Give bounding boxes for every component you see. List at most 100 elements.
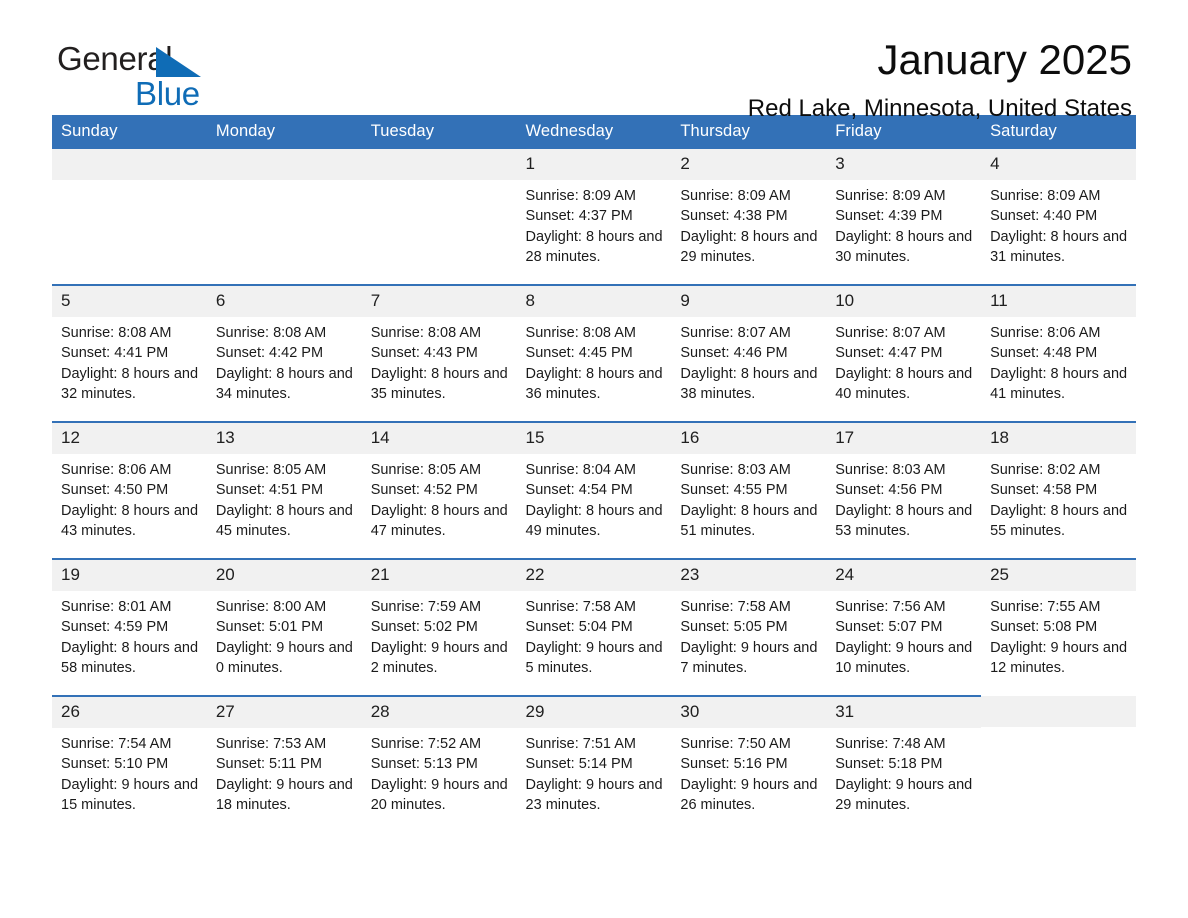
- day-details: Sunrise: 8:08 AM Sunset: 4:45 PM Daylight:…: [517, 317, 672, 405]
- day-number: 25: [981, 560, 1136, 591]
- sunset-text: Sunset: 4:47 PM: [835, 345, 943, 362]
- day-number: 17: [826, 423, 982, 454]
- day-number: 7: [361, 286, 517, 317]
- calendar-day-cell[interactable]: 17 Sunrise: 8:03 AM Sunset: 4:56 PM Dayligh…: [826, 421, 982, 559]
- sunset-text: Sunset: 4:50 PM: [61, 482, 169, 499]
- day-number: 4: [981, 149, 1136, 180]
- day-details: Sunrise: 7:56 AM Sunset: 5:07 PM Daylight:…: [826, 591, 981, 679]
- logo-text-general: General: [57, 42, 377, 78]
- day-number: 11: [981, 286, 1136, 317]
- day-number: [361, 149, 517, 180]
- sunset-text: Sunset: 4:45 PM: [525, 345, 633, 362]
- day-number: 31: [826, 697, 982, 728]
- calendar-day-cell[interactable]: 18 Sunrise: 8:02 AM Sunset: 4:58 PM Dayligh…: [981, 421, 1136, 559]
- calendar-day-cell[interactable]: 11 Sunrise: 8:06 AM Sunset: 4:48 PM Dayligh…: [981, 284, 1136, 422]
- daylight-text: Daylight: 8 hours and 34 minutes.: [215, 365, 353, 403]
- day-number: 16: [671, 423, 827, 454]
- day-number: 13: [206, 423, 362, 454]
- day-details: Sunrise: 7:58 AM Sunset: 5:04 PM Daylight:…: [517, 591, 672, 679]
- calendar-day-cell[interactable]: 6 Sunrise: 8:08 AM Sunset: 4:42 PM Daylight…: [206, 284, 362, 422]
- calendar-day-cell[interactable]: 24 Sunrise: 7:56 AM Sunset: 5:07 PM Dayligh…: [826, 558, 982, 696]
- calendar-day-cell[interactable]: 10 Sunrise: 8:07 AM Sunset: 4:47 PM Dayligh…: [826, 284, 982, 422]
- sunrise-text: Sunrise: 8:07 AM: [680, 325, 791, 341]
- day-details: Sunrise: 8:01 AM Sunset: 4:59 PM Daylight:…: [52, 591, 207, 679]
- sunrise-text: Sunrise: 8:09 AM: [525, 188, 636, 204]
- calendar-day-cell[interactable]: 13 Sunrise: 8:05 AM Sunset: 4:51 PM Dayligh…: [206, 421, 362, 559]
- daylight-text: Daylight: 8 hours and 45 minutes.: [215, 502, 353, 540]
- day-details: Sunrise: 7:48 AM Sunset: 5:18 PM Daylight:…: [826, 728, 981, 816]
- day-number: 27: [206, 697, 362, 728]
- sunset-text: Sunset: 4:48 PM: [990, 345, 1098, 362]
- day-number: 22: [516, 560, 672, 591]
- day-details: Sunrise: 7:53 AM Sunset: 5:11 PM Daylight:…: [207, 728, 362, 816]
- daylight-text: Daylight: 9 hours and 0 minutes.: [215, 639, 353, 677]
- day-number: 14: [361, 423, 517, 454]
- sunrise-text: Sunrise: 8:05 AM: [370, 462, 482, 478]
- day-details: Sunrise: 8:03 AM Sunset: 4:55 PM Daylight:…: [671, 454, 826, 542]
- calendar-day-cell[interactable]: 5 Sunrise: 8:08 AM Sunset: 4:41 PM Daylight…: [52, 284, 207, 422]
- sunset-text: Sunset: 5:05 PM: [680, 619, 788, 636]
- sunset-text: Sunset: 5:02 PM: [370, 619, 478, 636]
- logo-blue-label: Blue: [135, 75, 200, 112]
- calendar-day-cell[interactable]: 31 Sunrise: 7:48 AM Sunset: 5:18 PM Dayligh…: [826, 695, 982, 832]
- calendar-day-cell[interactable]: 23 Sunrise: 7:58 AM Sunset: 5:05 PM Dayligh…: [671, 558, 827, 696]
- sunset-text: Sunset: 4:40 PM: [990, 208, 1098, 225]
- sunrise-text: Sunrise: 7:51 AM: [525, 736, 636, 752]
- sunrise-text: Sunrise: 7:50 AM: [680, 736, 791, 752]
- day-details: Sunrise: 8:05 AM Sunset: 4:52 PM Daylight:…: [362, 454, 517, 542]
- calendar-day-cell[interactable]: 4 Sunrise: 8:09 AM Sunset: 4:40 PM Daylight…: [981, 149, 1136, 285]
- calendar-day-cell[interactable]: 3 Sunrise: 8:09 AM Sunset: 4:39 PM Daylight…: [826, 149, 982, 285]
- sunset-text: Sunset: 4:38 PM: [680, 208, 788, 225]
- calendar-day-cell[interactable]: 25 Sunrise: 7:55 AM Sunset: 5:08 PM Dayligh…: [981, 558, 1136, 696]
- calendar-day-cell[interactable]: 29 Sunrise: 7:51 AM Sunset: 5:14 PM Dayligh…: [516, 695, 672, 832]
- calendar-day-cell[interactable]: 16 Sunrise: 8:03 AM Sunset: 4:55 PM Dayligh…: [671, 421, 827, 559]
- day-number: 30: [671, 697, 827, 728]
- calendar-day-cell[interactable]: 1 Sunrise: 8:09 AM Sunset: 4:37 PM Daylight…: [516, 149, 672, 285]
- daylight-text: Daylight: 8 hours and 43 minutes.: [61, 502, 199, 540]
- day-number: 9: [671, 286, 827, 317]
- calendar-day-cell[interactable]: 22 Sunrise: 7:58 AM Sunset: 5:04 PM Dayligh…: [516, 558, 672, 696]
- sunset-text: Sunset: 5:18 PM: [835, 756, 943, 773]
- sunset-text: Sunset: 4:42 PM: [215, 345, 324, 362]
- sunset-text: Sunset: 4:46 PM: [680, 345, 788, 362]
- calendar-day-cell[interactable]: 30 Sunrise: 7:50 AM Sunset: 5:16 PM Dayligh…: [671, 695, 827, 832]
- calendar-week-row: 12 Sunrise: 8:06 AM Sunset: 4:50 PM Dayligh…: [52, 421, 1136, 559]
- sunset-text: Sunset: 5:16 PM: [680, 756, 788, 773]
- calendar-empty-cell: [52, 149, 207, 285]
- calendar-day-cell[interactable]: 12 Sunrise: 8:06 AM Sunset: 4:50 PM Dayligh…: [52, 421, 207, 559]
- day-details: Sunrise: 8:08 AM Sunset: 4:42 PM Daylight:…: [207, 317, 362, 405]
- day-number: 21: [361, 560, 517, 591]
- calendar-day-cell[interactable]: 9 Sunrise: 8:07 AM Sunset: 4:46 PM Daylight…: [671, 284, 827, 422]
- calendar-day-cell[interactable]: 19 Sunrise: 8:01 AM Sunset: 4:59 PM Dayligh…: [52, 558, 207, 696]
- calendar-day-cell[interactable]: 21 Sunrise: 7:59 AM Sunset: 5:02 PM Dayligh…: [361, 558, 517, 696]
- calendar-day-cell[interactable]: 15 Sunrise: 8:04 AM Sunset: 4:54 PM Dayligh…: [516, 421, 672, 559]
- calendar-day-cell[interactable]: 7 Sunrise: 8:08 AM Sunset: 4:43 PM Daylight…: [361, 284, 517, 422]
- sunrise-text: Sunrise: 8:08 AM: [215, 325, 327, 341]
- daylight-text: Daylight: 8 hours and 35 minutes.: [370, 365, 508, 403]
- title-block: January 2025 Red Lake, Minnesota, United…: [748, 37, 1132, 121]
- day-number: [52, 149, 207, 180]
- sunrise-text: Sunrise: 8:03 AM: [835, 462, 946, 478]
- day-number: 3: [826, 149, 982, 180]
- calendar-empty-cell: [361, 149, 517, 285]
- calendar-day-cell[interactable]: 27 Sunrise: 7:53 AM Sunset: 5:11 PM Dayligh…: [206, 695, 362, 832]
- sunrise-text: Sunrise: 8:06 AM: [990, 325, 1101, 341]
- sunset-text: Sunset: 4:52 PM: [370, 482, 478, 499]
- calendar-day-cell[interactable]: 26 Sunrise: 7:54 AM Sunset: 5:10 PM Dayligh…: [52, 695, 207, 832]
- day-details: Sunrise: 8:09 AM Sunset: 4:39 PM Daylight:…: [826, 180, 981, 268]
- sunset-text: Sunset: 4:54 PM: [525, 482, 633, 499]
- day-number: 12: [52, 423, 207, 454]
- daylight-text: Daylight: 8 hours and 53 minutes.: [835, 502, 973, 540]
- calendar-day-cell[interactable]: 28 Sunrise: 7:52 AM Sunset: 5:13 PM Dayligh…: [361, 695, 517, 832]
- sunrise-text: Sunrise: 7:59 AM: [370, 599, 482, 615]
- calendar-day-cell[interactable]: 20 Sunrise: 8:00 AM Sunset: 5:01 PM Dayligh…: [206, 558, 362, 696]
- sunrise-text: Sunrise: 8:05 AM: [215, 462, 327, 478]
- day-number: 20: [206, 560, 362, 591]
- calendar-day-cell[interactable]: 2 Sunrise: 8:09 AM Sunset: 4:38 PM Daylight…: [671, 149, 827, 285]
- calendar-day-cell[interactable]: 14 Sunrise: 8:05 AM Sunset: 4:52 PM Dayligh…: [361, 421, 517, 559]
- daylight-text: Daylight: 9 hours and 5 minutes.: [525, 639, 663, 677]
- daylight-text: Daylight: 8 hours and 32 minutes.: [61, 365, 199, 403]
- calendar-day-cell[interactable]: 8 Sunrise: 8:08 AM Sunset: 4:45 PM Daylight…: [516, 284, 672, 422]
- sunset-text: Sunset: 5:14 PM: [525, 756, 633, 773]
- daylight-text: Daylight: 9 hours and 20 minutes.: [370, 776, 508, 814]
